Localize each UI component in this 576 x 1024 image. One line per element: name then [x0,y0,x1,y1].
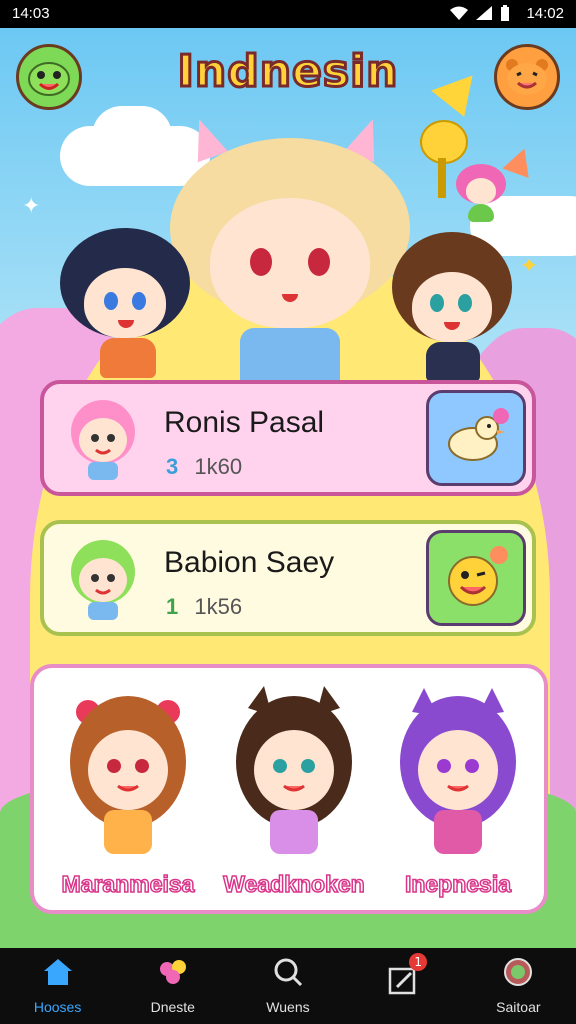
character-slot-1[interactable]: Maranmeisa [48,682,208,912]
notification-badge: 1 [409,953,428,971]
smiley-icon[interactable] [426,530,526,626]
card-avatar-green [58,534,148,624]
card-title: Ronis Pasal [164,406,325,439]
mode-card-2[interactable]: Babion Saey 1 1k56 [40,520,536,636]
card-title: Babion Saey [164,546,335,579]
battery-icon [500,5,510,25]
nav-label: Wuens [266,999,310,1015]
nav-compass[interactable]: Saitoar [468,951,568,1021]
hero-character[interactable] [160,113,420,398]
nav-label: Hooses [33,999,82,1015]
nav-home[interactable]: Hooses [8,951,108,1021]
nav-flower[interactable]: Dneste [123,951,223,1021]
duck-icon[interactable] [426,390,526,486]
character-portrait [236,686,352,854]
side-character-right[interactable] [392,232,512,382]
sparkle-icon: ✦ [520,254,539,279]
character-portrait [70,696,186,854]
small-flying-character [456,164,506,224]
wifi-icon [450,6,468,24]
status-time-left: 14:03 [12,5,50,22]
card-count: 1 [166,594,179,619]
card-count: 3 [166,454,179,479]
nav-label: Dneste [150,999,195,1015]
card-value: 1k60 [194,454,243,479]
tree-trunk [438,158,446,198]
card-avatar-pink [58,394,148,484]
mode-card-1[interactable]: Ronis Pasal 3 1k60 [40,380,536,496]
bottom-nav: Hooses Dneste Wuens 1 Saitoar [0,948,576,1024]
character-portrait [400,688,516,854]
game-title: Indnesin [176,45,399,99]
signal-icon [476,6,492,24]
status-icons [450,5,510,25]
side-character-left[interactable] [60,228,190,378]
character-select-panel: Maranmeisa Weadknoken Inepnesia [30,664,548,914]
home-icon [42,957,74,995]
character-slot-2[interactable]: Weadknoken [214,682,374,912]
status-bar: 14:03 14:02 [0,0,576,28]
flower-icon [157,957,189,995]
nav-edit[interactable]: 1 [353,951,453,1021]
nav-search[interactable]: Wuens [238,951,338,1021]
status-time-right: 14:02 [526,5,564,22]
kite-icon [502,143,538,179]
character-name: Inepnesia [404,870,512,898]
character-name: Maranmeisa [61,870,195,898]
character-slot-3[interactable]: Inepnesia [378,682,538,912]
sparkle-icon: ✦ [22,194,41,219]
edit-icon [387,965,419,1003]
card-value: 1k56 [194,594,243,619]
character-name: Weadknoken [223,870,366,898]
card-stats: 1 1k56 [166,594,242,620]
search-icon [272,957,304,995]
card-stats: 3 1k60 [166,454,242,480]
nav-label: Saitoar [496,999,541,1015]
compass-icon [502,957,534,995]
